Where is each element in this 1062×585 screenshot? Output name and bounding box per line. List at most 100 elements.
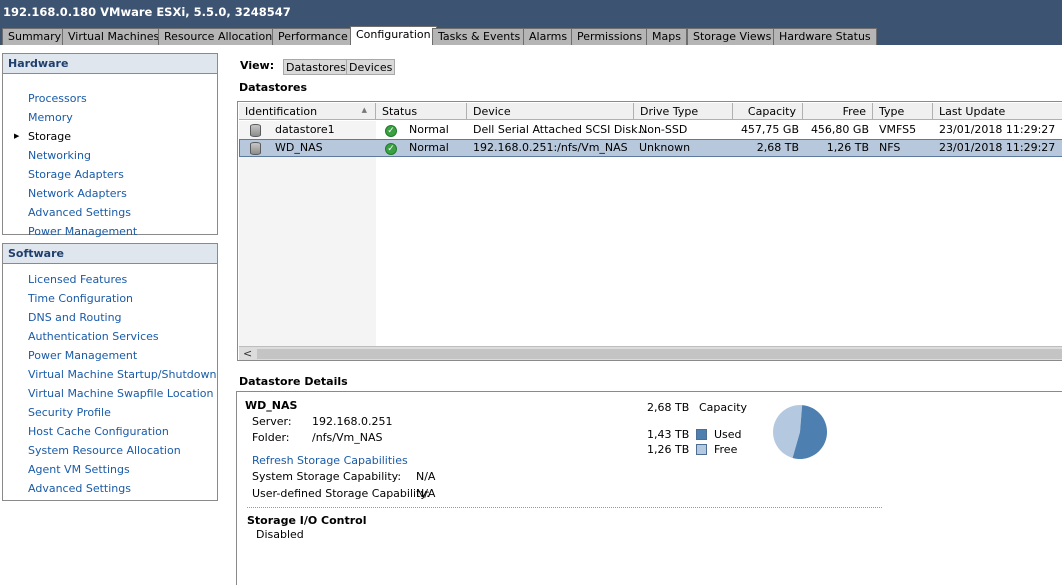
cell-capacity: 457,75 GB xyxy=(740,123,799,136)
cell-type: NFS xyxy=(879,141,901,154)
nav-processors[interactable]: Processors xyxy=(28,92,87,105)
cell-capacity: 2,68 TB xyxy=(756,141,799,154)
server-label: Server: xyxy=(252,415,292,428)
title-bar: 192.168.0.180 VMware ESXi, 5.5.0, 324854… xyxy=(0,0,1062,45)
tab-hardware-status[interactable]: Hardware Status xyxy=(773,28,877,45)
col-header-status[interactable]: Status xyxy=(376,103,467,120)
tab-virtual-machines[interactable]: Virtual Machines xyxy=(62,28,166,45)
nav-storage[interactable]: Storage xyxy=(28,130,71,143)
server-value: 192.168.0.251 xyxy=(312,415,393,428)
hardware-header[interactable]: Hardware xyxy=(3,54,217,74)
folder-label: Folder: xyxy=(252,431,290,444)
datastore-details-panel: WD_NAS Server: 192.168.0.251 Folder: /nf… xyxy=(236,391,1062,585)
cell-type: VMFS5 xyxy=(879,123,917,136)
cell-free: 456,80 GB xyxy=(810,123,869,136)
tab-maps[interactable]: Maps xyxy=(646,28,687,45)
free-label: Free xyxy=(714,443,738,456)
used-label: Used xyxy=(714,428,742,441)
details-datastore-name: WD_NAS xyxy=(245,399,298,412)
cell-identification: datastore1 xyxy=(275,123,335,136)
capacity-label: Capacity xyxy=(699,401,748,414)
nav-hw-advanced-settings[interactable]: Advanced Settings xyxy=(28,206,131,219)
software-section: Software Licensed Features Time Configur… xyxy=(2,243,218,501)
datastore-disk-icon xyxy=(250,124,261,140)
tab-tasks-events[interactable]: Tasks & Events xyxy=(432,28,527,45)
horizontal-scrollbar[interactable]: < xyxy=(239,346,1062,360)
col-header-device[interactable]: Device xyxy=(467,103,634,120)
tab-configuration[interactable]: Configuration xyxy=(350,26,437,45)
sioc-value: Disabled xyxy=(256,528,304,541)
nav-sw-power-management[interactable]: Power Management xyxy=(28,349,137,362)
cell-last-update: 23/01/2018 11:29:27 xyxy=(939,141,1056,154)
nav-memory[interactable]: Memory xyxy=(28,111,73,124)
used-value: 1,43 TB xyxy=(647,428,690,441)
refresh-storage-capabilities-link[interactable]: Refresh Storage Capabilities xyxy=(252,454,408,467)
tab-strip: Summary Virtual Machines Resource Alloca… xyxy=(0,26,1062,45)
tab-resource-allocation[interactable]: Resource Allocation xyxy=(158,28,279,45)
cell-status: Normal xyxy=(409,141,449,154)
nav-sw-advanced-settings[interactable]: Advanced Settings xyxy=(28,482,131,495)
tab-summary[interactable]: Summary xyxy=(2,28,68,45)
user-capability-value: N/A xyxy=(416,487,436,500)
cell-last-update: 23/01/2018 11:29:27 xyxy=(939,123,1056,136)
col-header-drive-type[interactable]: Drive Type xyxy=(634,103,733,120)
datastores-table: Identification ▲ Status Device Drive Typ… xyxy=(237,101,1062,361)
nav-networking[interactable]: Networking xyxy=(28,149,91,162)
cell-device: Dell Serial Attached SCSI Disk... xyxy=(473,123,648,136)
selected-bullet-icon: ▶ xyxy=(14,132,20,140)
cell-device: 192.168.0.251:/nfs/Vm_NAS xyxy=(473,141,628,154)
tab-performance[interactable]: Performance xyxy=(272,28,354,45)
hardware-section: Hardware Processors Memory ▶ Storage Net… xyxy=(2,53,218,238)
col-header-free[interactable]: Free xyxy=(803,103,873,120)
nav-licensed-features[interactable]: Licensed Features xyxy=(28,273,127,286)
col-header-type[interactable]: Type xyxy=(873,103,933,120)
used-legend-swatch xyxy=(696,429,707,440)
view-datastores-button[interactable]: Datastores xyxy=(283,59,349,75)
system-capability-value: N/A xyxy=(416,470,436,483)
scrollbar-thumb[interactable] xyxy=(257,349,1062,359)
table-row[interactable]: datastore1 ✓ Normal Dell Serial Attached… xyxy=(239,121,1062,139)
datastore-disk-icon xyxy=(250,142,261,158)
system-capability-label: System Storage Capability: xyxy=(252,470,402,483)
sort-ascending-icon: ▲ xyxy=(361,106,367,114)
nav-vm-startup-shutdown[interactable]: Virtual Machine Startup/Shutdown xyxy=(28,368,216,381)
nav-network-adapters[interactable]: Network Adapters xyxy=(28,187,127,200)
left-nav-pane: Hardware Processors Memory ▶ Storage Net… xyxy=(0,45,225,585)
sioc-title: Storage I/O Control xyxy=(247,514,367,527)
cell-free: 1,26 TB xyxy=(826,141,869,154)
nav-hw-power-management[interactable]: Power Management xyxy=(28,225,137,238)
nav-security-profile[interactable]: Security Profile xyxy=(28,406,111,419)
window-title: 192.168.0.180 VMware ESXi, 5.5.0, 324854… xyxy=(3,5,291,19)
status-ok-icon: ✓ xyxy=(385,141,397,155)
view-devices-button[interactable]: Devices xyxy=(346,59,396,75)
datastore-details-title: Datastore Details xyxy=(239,375,348,388)
details-divider xyxy=(247,507,882,508)
nav-agent-vm-settings[interactable]: Agent VM Settings xyxy=(28,463,130,476)
nav-time-configuration[interactable]: Time Configuration xyxy=(28,292,133,305)
nav-vm-swapfile-location[interactable]: Virtual Machine Swapfile Location xyxy=(28,387,213,400)
cell-identification: WD_NAS xyxy=(275,141,323,154)
software-header[interactable]: Software xyxy=(3,244,217,264)
col-header-capacity[interactable]: Capacity xyxy=(733,103,803,120)
capacity-pie-chart xyxy=(773,405,828,460)
capacity-value: 2,68 TB xyxy=(647,401,690,414)
free-value: 1,26 TB xyxy=(647,443,690,456)
nav-dns-routing[interactable]: DNS and Routing xyxy=(28,311,122,324)
table-row-selected[interactable]: WD_NAS ✓ Normal 192.168.0.251:/nfs/Vm_NA… xyxy=(239,139,1062,157)
datastores-title: Datastores xyxy=(239,81,308,94)
col-header-identification[interactable]: Identification ▲ xyxy=(239,103,376,120)
tab-alarms[interactable]: Alarms xyxy=(523,28,574,45)
nav-system-resource-allocation[interactable]: System Resource Allocation xyxy=(28,444,181,457)
tab-storage-views[interactable]: Storage Views xyxy=(687,28,778,45)
col-header-last-update[interactable]: Last Update xyxy=(933,103,1062,120)
cell-drive-type: Non-SSD xyxy=(639,123,688,136)
tab-permissions[interactable]: Permissions xyxy=(571,28,649,45)
cell-status: Normal xyxy=(409,123,449,136)
nav-storage-adapters[interactable]: Storage Adapters xyxy=(28,168,124,181)
free-legend-swatch xyxy=(696,444,707,455)
cell-drive-type: Unknown xyxy=(639,141,691,154)
scroll-left-arrow-icon[interactable]: < xyxy=(243,347,252,360)
nav-host-cache-configuration[interactable]: Host Cache Configuration xyxy=(28,425,169,438)
view-label: View: xyxy=(240,59,275,72)
nav-authentication-services[interactable]: Authentication Services xyxy=(28,330,159,343)
